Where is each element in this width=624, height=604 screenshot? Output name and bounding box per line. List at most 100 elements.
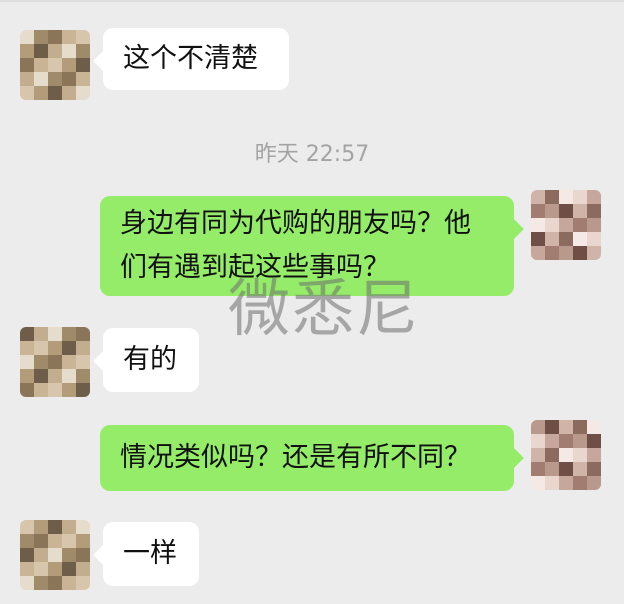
avatar-mosaic-tile (20, 30, 34, 44)
self-avatar[interactable] (531, 420, 601, 490)
avatar-mosaic-tile (62, 341, 76, 355)
avatar-mosaic-tile (559, 218, 573, 232)
contact-avatar[interactable] (20, 520, 90, 590)
avatar-mosaic-tile (573, 462, 587, 476)
message-text: 这个不清楚 (123, 43, 258, 74)
avatar-mosaic-tile (587, 476, 601, 490)
avatar-mosaic-tile (20, 383, 34, 397)
top-divider (0, 0, 624, 2)
avatar-mosaic-tile (48, 369, 62, 383)
watermark-text: 微悉尼 (228, 272, 421, 345)
avatar-mosaic-tile (34, 327, 48, 341)
contact-avatar[interactable] (20, 327, 90, 397)
avatar-mosaic-tile (76, 86, 90, 100)
avatar-mosaic-tile (34, 355, 48, 369)
avatar-mosaic-tile (76, 369, 90, 383)
avatar-mosaic-tile (34, 30, 48, 44)
avatar-mosaic-tile (76, 341, 90, 355)
bubble-tail (93, 51, 113, 71)
avatar-mosaic-tile (62, 562, 76, 576)
avatar-mosaic-tile (587, 190, 601, 204)
avatar-mosaic-tile (587, 462, 601, 476)
avatar-mosaic-tile (76, 562, 90, 576)
avatar-mosaic-tile (20, 520, 34, 534)
avatar-mosaic-tile (34, 534, 48, 548)
avatar-mosaic-tile (62, 355, 76, 369)
avatar-mosaic-tile (573, 232, 587, 246)
avatar-mosaic-tile (62, 58, 76, 72)
avatar-mosaic-tile (20, 355, 34, 369)
avatar-mosaic-tile (34, 341, 48, 355)
avatar-mosaic-tile (531, 420, 545, 434)
message-text: 一样 (123, 538, 177, 569)
avatar-mosaic-tile (587, 448, 601, 462)
avatar-mosaic-tile (531, 190, 545, 204)
avatar-mosaic-tile (62, 548, 76, 562)
avatar-mosaic-tile (587, 434, 601, 448)
avatar-mosaic-tile (587, 246, 601, 260)
avatar-mosaic-tile (545, 218, 559, 232)
avatar-mosaic-tile (545, 204, 559, 218)
avatar-mosaic-tile (20, 369, 34, 383)
bubble-tail (504, 219, 524, 239)
avatar-mosaic-tile (62, 30, 76, 44)
message-bubble-incoming[interactable]: 这个不清楚 (93, 28, 289, 90)
avatar-mosaic-tile (34, 369, 48, 383)
avatar-mosaic-tile (48, 72, 62, 86)
avatar-mosaic-tile (48, 576, 62, 590)
avatar-mosaic-tile (559, 462, 573, 476)
avatar-mosaic-tile (48, 86, 62, 100)
avatar-mosaic-tile (48, 44, 62, 58)
avatar-mosaic-tile (20, 576, 34, 590)
avatar-mosaic-tile (76, 44, 90, 58)
avatar-mosaic-tile (531, 462, 545, 476)
avatar-mosaic-tile (559, 420, 573, 434)
message-bubble-incoming[interactable]: 有的 (93, 328, 199, 392)
avatar-mosaic-tile (76, 534, 90, 548)
avatar-mosaic-tile (20, 44, 34, 58)
avatar-mosaic-tile (573, 420, 587, 434)
bubble-tail (504, 448, 524, 468)
avatar-mosaic-tile (559, 434, 573, 448)
avatar-mosaic-tile (48, 562, 62, 576)
avatar-mosaic-tile (62, 72, 76, 86)
avatar-mosaic-tile (20, 562, 34, 576)
avatar-mosaic-tile (20, 548, 34, 562)
avatar-mosaic-tile (531, 448, 545, 462)
avatar-mosaic-tile (545, 246, 559, 260)
avatar-mosaic-tile (559, 246, 573, 260)
avatar-mosaic-tile (545, 190, 559, 204)
contact-avatar[interactable] (20, 30, 90, 100)
avatar-mosaic-tile (48, 355, 62, 369)
avatar-mosaic-tile (76, 355, 90, 369)
avatar-mosaic-tile (76, 58, 90, 72)
avatar-mosaic-tile (62, 369, 76, 383)
avatar-mosaic-tile (545, 434, 559, 448)
avatar-mosaic-tile (48, 30, 62, 44)
avatar-mosaic-tile (62, 534, 76, 548)
avatar-mosaic-tile (34, 86, 48, 100)
avatar-mosaic-tile (531, 204, 545, 218)
avatar-mosaic-tile (34, 44, 48, 58)
avatar-mosaic-tile (48, 58, 62, 72)
avatar-mosaic-tile (48, 327, 62, 341)
avatar-mosaic-tile (573, 448, 587, 462)
message-bubble-outgoing[interactable]: 情况类似吗？还是有所不同？ (100, 425, 524, 491)
avatar-mosaic-tile (559, 476, 573, 490)
avatar-mosaic-tile (545, 476, 559, 490)
avatar-mosaic-tile (531, 434, 545, 448)
avatar-mosaic-tile (20, 534, 34, 548)
avatar-mosaic-tile (34, 383, 48, 397)
avatar-mosaic-tile (76, 576, 90, 590)
avatar-mosaic-tile (62, 327, 76, 341)
avatar-mosaic-tile (48, 341, 62, 355)
bubble-tail (93, 545, 113, 565)
message-text: 情况类似吗？还是有所不同？ (120, 442, 471, 473)
avatar-mosaic-tile (587, 204, 601, 218)
self-avatar[interactable] (531, 190, 601, 260)
message-bubble-incoming[interactable]: 一样 (93, 522, 199, 586)
avatar-mosaic-tile (545, 232, 559, 246)
avatar-mosaic-tile (34, 520, 48, 534)
avatar-mosaic-tile (20, 58, 34, 72)
avatar-mosaic-tile (573, 434, 587, 448)
